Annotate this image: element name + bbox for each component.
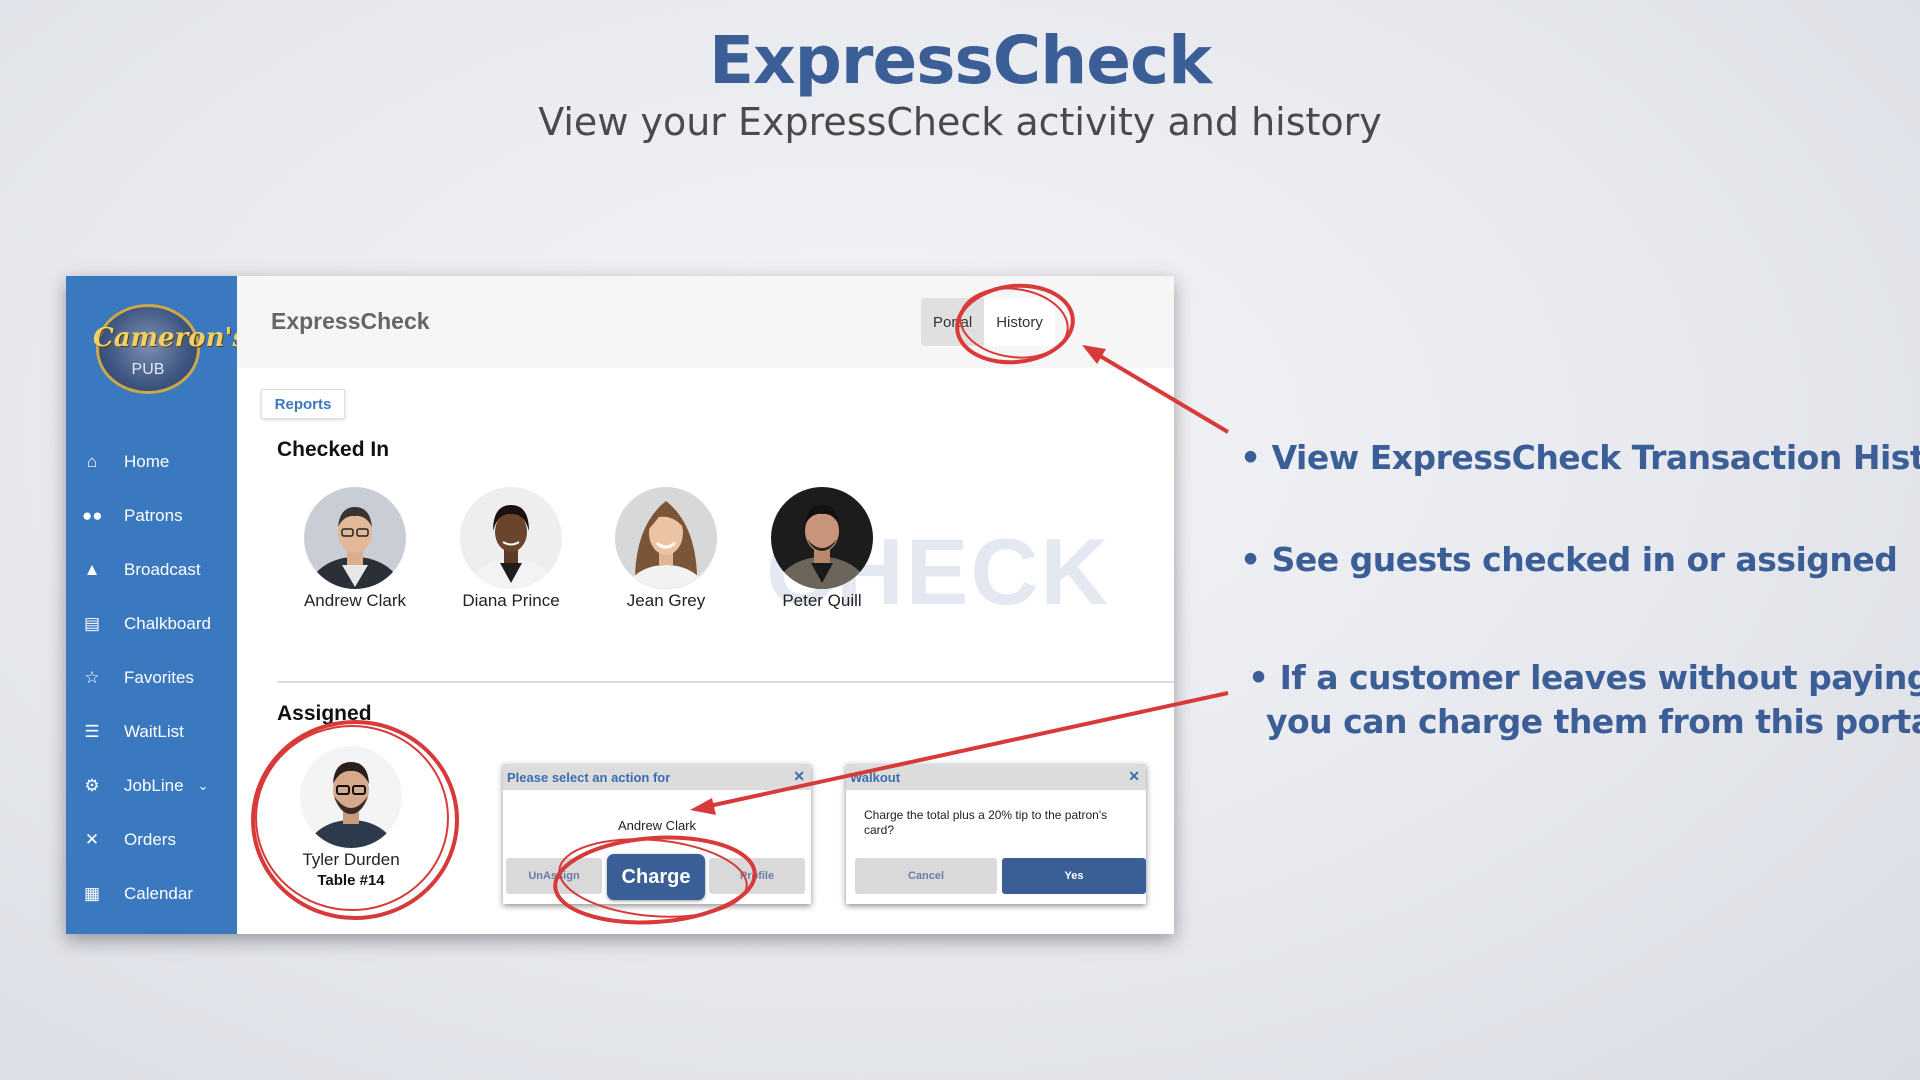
sidebar-item-patrons[interactable]: ●● Patrons [66,496,237,536]
sidebar-item-label: Favorites [124,668,194,687]
brand-logo[interactable]: Cameron's PUB [93,304,247,394]
close-icon[interactable]: ✕ [1128,768,1140,785]
sidebar-item-chalkboard[interactable]: ▤ Chalkboard [66,604,237,644]
person-search-icon: ⚙ [84,776,100,795]
list-icon: ☰ [84,722,100,741]
sidebar-item-label: Calendar [124,884,193,903]
sidebar-item-label: JobLine [124,776,184,795]
dialog-header: Walkout ✕ [846,764,1146,790]
avatar [304,487,406,589]
walkout-message: Charge the total plus a 20% tip to the p… [864,808,1108,837]
bullet-walkout-line1: • If a customer leaves without paying, [1248,658,1920,697]
logo-main-text: Cameron's [93,323,248,353]
walkout-dialog: Walkout ✕ Charge the total plus a 20% ti… [846,764,1146,904]
patron-name: Diana Prince [462,591,560,610]
charge-button[interactable]: Charge [607,854,705,900]
patron-name: Peter Quill [782,591,862,610]
tab-portal[interactable]: Portal [921,298,984,346]
yes-button[interactable]: Yes [1002,858,1146,894]
avatar [771,487,873,589]
patron-card[interactable]: Jean Grey [601,487,731,611]
sidebar-item-orders[interactable]: ✕ Orders [66,820,237,860]
logo-sub-text: PUB [131,361,165,378]
sidebar-item-label: Broadcast [124,560,201,579]
dialog-title: Walkout [850,770,901,785]
patron-name: Tyler Durden [302,850,400,869]
sidebar-item-broadcast[interactable]: ▲ Broadcast [66,550,237,590]
sidebar-item-label: WaitList [124,722,184,741]
patron-card[interactable]: Andrew Clark [290,487,420,611]
dialog-patron-name: Andrew Clark [617,818,697,833]
checked-in-heading: Checked In [277,438,390,461]
sidebar: Cameron's PUB ⌂ Home ●● Patrons ▲ Broadc… [66,276,247,934]
sidebar-item-home[interactable]: ⌂ Home [66,442,237,482]
sidebar-item-label: Orders [124,830,176,849]
dialog-title: Please select an action for [507,770,671,785]
sidebar-item-label: Patrons [124,506,183,525]
utensils-icon: ✕ [84,830,100,849]
chalkboard-icon: ▤ [83,614,101,633]
patron-name: Andrew Clark [303,591,407,610]
header-bar: ExpressCheck Portal History [237,276,1174,368]
bullet-history: • View ExpressCheck Transaction History [1240,438,1920,477]
close-icon[interactable]: ✕ [793,768,805,785]
bullet-checked-in: • See guests checked in or assigned [1240,540,1898,579]
avatar [300,746,402,848]
star-icon: ☆ [84,668,100,687]
avatar [460,487,562,589]
slide-subtitle: View your ExpressCheck activity and hist… [538,100,1382,144]
section-divider [277,681,1174,683]
table-number: Table #14 [317,872,385,889]
profile-button[interactable]: Profile [709,858,805,894]
sidebar-item-favorites[interactable]: ☆ Favorites [66,658,237,698]
calendar-icon: ▦ [83,884,101,903]
sidebar-item-jobline[interactable]: ⚙ JobLine ⌄ [66,766,237,806]
patron-name: Jean Grey [626,591,706,610]
sidebar-item-calendar[interactable]: ▦ Calendar [66,874,237,914]
home-icon: ⌂ [86,452,98,471]
patron-card[interactable]: Diana Prince [446,487,576,611]
bullet-walkout-line2: you can charge them from this portal [1266,702,1920,741]
unassign-button[interactable]: UnAssign [506,858,602,894]
sidebar-item-label: Home [124,452,170,471]
megaphone-icon: ▲ [83,560,101,579]
assigned-heading: Assigned [277,702,372,725]
reports-button[interactable]: Reports [261,389,345,419]
avatar [615,487,717,589]
people-icon: ●● [82,506,103,525]
patron-card[interactable]: Peter Quill [757,487,887,611]
assigned-patron-card[interactable]: Tyler Durden Table #14 [286,746,416,889]
sidebar-item-waitlist[interactable]: ☰ WaitList [66,712,237,752]
chevron-down-icon[interactable]: ⌄ [198,778,209,794]
dialog-header: Please select an action for ✕ [503,764,811,790]
page-title: ExpressCheck [271,308,430,334]
cancel-button[interactable]: Cancel [855,858,997,894]
app-window: Cameron's PUB ⌂ Home ●● Patrons ▲ Broadc… [66,276,1174,934]
tab-history[interactable]: History [984,298,1055,346]
sidebar-item-label: Chalkboard [124,614,211,633]
view-tabs: Portal History [921,298,1055,346]
slide-title: ExpressCheck [709,22,1212,99]
